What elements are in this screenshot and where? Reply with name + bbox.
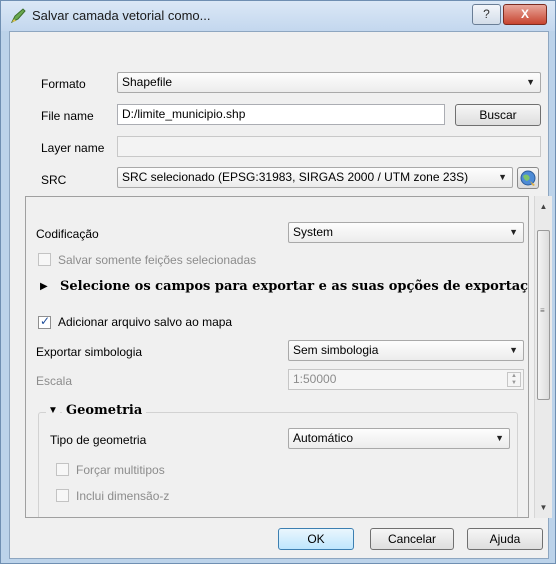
crs-selector-button[interactable] <box>517 167 539 189</box>
layer-name-label: Layer name <box>41 141 105 155</box>
spin-arrows-icon[interactable]: ▲ ▼ <box>507 372 521 387</box>
encoding-value: System <box>293 225 334 239</box>
encoding-select[interactable]: System ▼ <box>288 222 524 243</box>
ok-button[interactable]: OK <box>278 528 354 550</box>
save-selected-checkbox[interactable] <box>38 253 51 266</box>
format-value: Shapefile <box>122 75 173 89</box>
crs-label: SRC <box>41 173 67 187</box>
select-fields-header[interactable]: Selecione os campos para exportar e as s… <box>60 279 528 294</box>
symbology-value: Sem simbologia <box>293 343 379 357</box>
force-multi-checkbox[interactable] <box>56 463 69 476</box>
scroll-thumb[interactable] <box>537 230 550 400</box>
geometry-type-value: Automático <box>293 431 354 445</box>
help-title-button[interactable]: ? <box>472 4 501 25</box>
triangle-right-icon[interactable]: ▶ <box>40 281 48 292</box>
title-bar: Salvar camada vetorial como... ? X <box>1 1 555 31</box>
scale-value: 1:50000 <box>293 372 337 386</box>
scroll-grip-icon: ≡ <box>540 306 545 315</box>
window-title: Salvar camada vetorial como... <box>32 8 211 23</box>
globe-icon <box>520 170 536 186</box>
geometry-type-select[interactable]: Automático ▼ <box>288 428 510 449</box>
format-label: Formato <box>41 77 86 91</box>
chevron-down-icon: ▼ <box>495 433 504 443</box>
chevron-down-icon: ▼ <box>509 345 518 355</box>
scroll-down-icon[interactable]: ▼ <box>535 499 552 516</box>
crs-value: SRC selecionado (EPSG:31983, SIRGAS 2000… <box>122 170 469 184</box>
crs-select[interactable]: SRC selecionado (EPSG:31983, SIRGAS 2000… <box>117 167 513 188</box>
geometry-type-label: Tipo de geometria <box>50 433 147 447</box>
add-to-map-checkbox[interactable] <box>38 314 51 329</box>
force-multi-label: Forçar multitipos <box>76 463 165 477</box>
include-z-label: Inclui dimensão-z <box>76 489 170 503</box>
symbology-select[interactable]: Sem simbologia ▼ <box>288 340 524 361</box>
encoding-label: Codificação <box>36 227 99 241</box>
scroll-up-icon[interactable]: ▲ <box>535 198 552 215</box>
options-panel[interactable]: Codificação System ▼ Salvar somente feiç… <box>25 196 529 518</box>
include-z-checkbox[interactable] <box>56 489 69 502</box>
save-vector-layer-dialog: Salvar camada vetorial como... ? X Forma… <box>0 0 556 564</box>
add-to-map-label: Adicionar arquivo salvo ao mapa <box>58 315 233 329</box>
file-name-label: File name <box>41 109 94 123</box>
browse-button[interactable]: Buscar <box>455 104 541 126</box>
format-select[interactable]: Shapefile ▼ <box>117 72 541 93</box>
chevron-down-icon: ▼ <box>526 77 535 87</box>
scale-label: Escala <box>36 374 73 388</box>
help-button[interactable]: Ajuda <box>467 528 543 550</box>
triangle-down-icon[interactable]: ▼ <box>46 405 60 416</box>
file-name-input[interactable]: D:/limite_municipio.shp <box>117 104 445 125</box>
close-button[interactable]: X <box>503 4 547 25</box>
chevron-down-icon: ▼ <box>509 227 518 237</box>
scale-input[interactable]: 1:50000 ▲ ▼ <box>288 369 524 390</box>
qgis-pencil-icon <box>10 8 26 24</box>
options-scrollbar[interactable]: ▲ ≡ ▼ <box>534 196 552 518</box>
cancel-button[interactable]: Cancelar <box>370 528 454 550</box>
layer-name-input[interactable] <box>117 136 541 157</box>
symbology-label: Exportar simbologia <box>36 345 143 359</box>
chevron-down-icon: ▼ <box>498 172 507 182</box>
save-selected-label: Salvar somente feições selecionadas <box>58 253 257 267</box>
geometry-section-title[interactable]: Geometria <box>62 403 147 418</box>
